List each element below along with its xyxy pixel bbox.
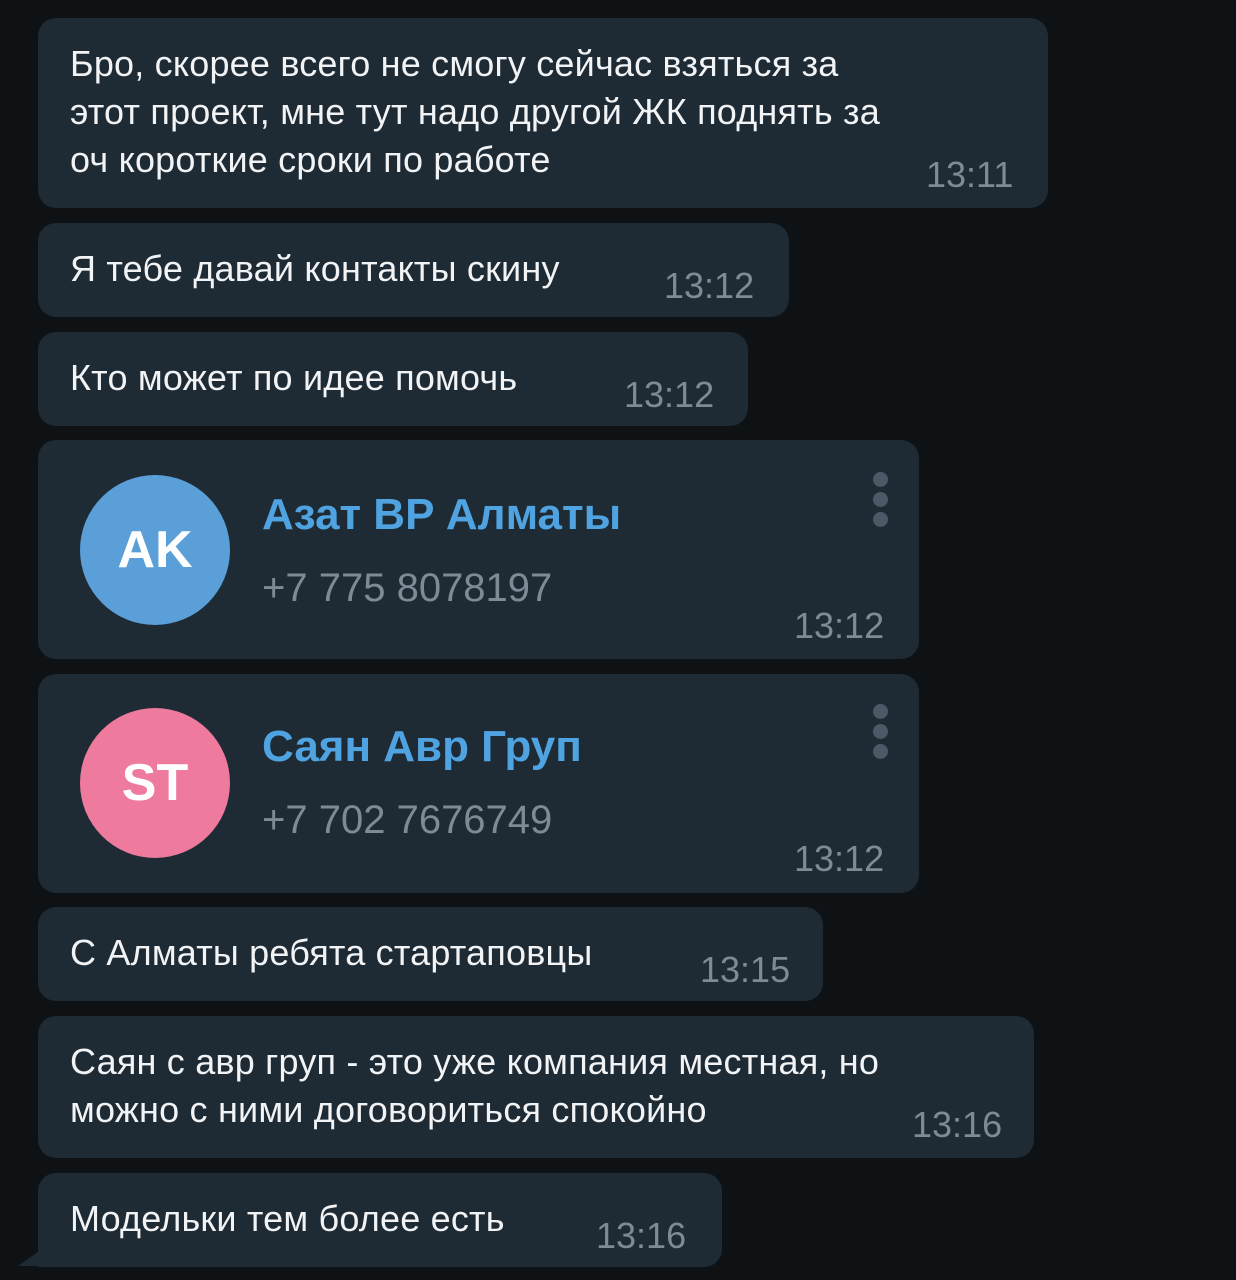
message-time: 13:16 — [912, 1104, 1003, 1145]
message-text: Саян с авр груп - это уже компания местн… — [70, 1041, 880, 1130]
avatar[interactable]: AK — [80, 475, 230, 625]
more-vertical-icon[interactable] — [873, 472, 889, 532]
message-bubble[interactable]: Модельки тем более есть 13:16 — [38, 1173, 722, 1267]
contact-name[interactable]: Саян Авр Груп — [262, 722, 582, 772]
message-bubble[interactable]: Саян с авр груп - это уже компания местн… — [38, 1016, 1034, 1158]
contact-card[interactable]: ST Саян Авр Груп +7 702 7676749 13:12 — [38, 674, 919, 893]
avatar-initials: AK — [117, 521, 193, 579]
message-text: Я тебе давай контакты скину — [70, 248, 560, 289]
message-bubble[interactable]: Бро, скорее всего не смогу сейчас взятьс… — [38, 18, 1048, 208]
message-time: 13:12 — [664, 265, 755, 306]
message-bubble[interactable]: Кто может по идее помочь 13:12 — [38, 332, 748, 426]
message-time: 13:16 — [596, 1215, 687, 1256]
message-text: Бро, скорее всего не смогу сейчас взятьс… — [70, 43, 880, 180]
contact-phone: +7 702 7676749 — [262, 798, 553, 842]
message-bubble[interactable]: Я тебе давай контакты скину 13:12 — [38, 223, 789, 317]
contact-phone: +7 775 8078197 — [262, 566, 553, 610]
message-time: 13:12 — [624, 374, 715, 415]
message-time: 13:11 — [926, 154, 1014, 195]
message-bubble[interactable]: С Алматы ребята стартаповцы 13:15 — [38, 907, 823, 1001]
message-text: С Алматы ребята стартаповцы — [70, 932, 593, 973]
avatar[interactable]: ST — [80, 708, 230, 858]
message-time: 13:15 — [700, 949, 791, 990]
avatar-initials: ST — [121, 754, 189, 812]
more-vertical-icon[interactable] — [873, 704, 889, 764]
contact-name[interactable]: Азат BP Алматы — [262, 490, 621, 540]
message-time: 13:12 — [794, 605, 885, 646]
message-text: Модельки тем более есть — [70, 1198, 505, 1239]
message-text: Кто может по идее помочь — [70, 357, 518, 398]
contact-card[interactable]: AK Азат BP Алматы +7 775 8078197 13:12 — [38, 440, 919, 659]
message-time: 13:12 — [794, 838, 885, 879]
